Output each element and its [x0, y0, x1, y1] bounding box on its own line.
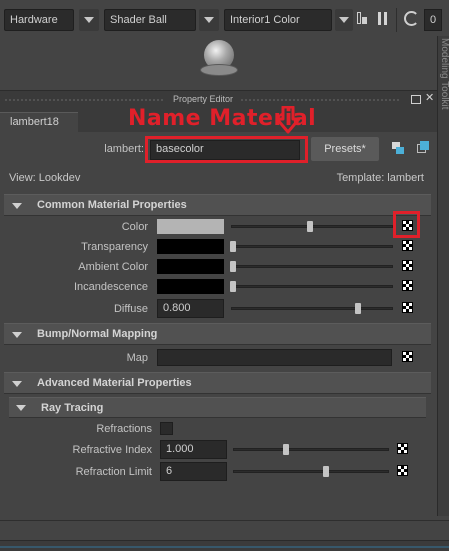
- environment-dropdown-label: Interior1 Color: [230, 14, 300, 26]
- shader-ball-preview: [198, 38, 240, 80]
- incandescence-slider[interactable]: [231, 285, 393, 288]
- collapse-triangle-icon: [12, 203, 22, 209]
- diffuse-slider-handle[interactable]: [355, 303, 361, 314]
- transparency-slider-handle[interactable]: [230, 241, 236, 252]
- geometry-dropdown-arrow[interactable]: [199, 9, 219, 31]
- color-swatch[interactable]: [157, 219, 224, 234]
- refraction-limit-label: Refraction Limit: [75, 466, 152, 478]
- refractive-index-slider[interactable]: [233, 448, 389, 451]
- panel-title: Property Editor: [173, 94, 234, 104]
- side-tab-label: Modeling Toolkit: [439, 38, 449, 110]
- material-type-label: lambert:: [104, 143, 144, 155]
- presets-button[interactable]: Presets*: [311, 137, 379, 161]
- refractive-index-value: 1.000: [166, 443, 194, 455]
- counter-value: 0: [429, 14, 437, 26]
- ambient-color-map-button-icon[interactable]: [402, 260, 413, 271]
- map-button-highlight-box: [393, 211, 420, 238]
- refractive-index-map-button-icon[interactable]: [397, 443, 408, 454]
- transparency-label: Transparency: [81, 241, 148, 253]
- ambient-color-slider-handle[interactable]: [230, 261, 236, 272]
- view-label: View: Lookdev: [9, 172, 81, 184]
- incandescence-label: Incandescence: [74, 281, 148, 293]
- refractions-label: Refractions: [96, 423, 152, 435]
- refraction-limit-slider[interactable]: [233, 470, 389, 473]
- presets-button-label: Presets*: [324, 143, 366, 155]
- render-region-icon[interactable]: [357, 12, 368, 26]
- ambient-color-label: Ambient Color: [78, 261, 148, 273]
- transparency-slider[interactable]: [231, 245, 393, 248]
- status-bar: [0, 540, 449, 551]
- refresh-icon[interactable]: [404, 11, 419, 26]
- transparency-map-button-icon[interactable]: [402, 240, 413, 251]
- diffuse-input[interactable]: 0.800: [157, 299, 224, 318]
- refraction-limit-map-button-icon[interactable]: [397, 465, 408, 476]
- pause-icon[interactable]: [377, 12, 389, 26]
- tab-lambert18-label: lambert18: [10, 116, 59, 128]
- grip-dots[interactable]: [240, 99, 400, 101]
- section-bump-title: Bump/Normal Mapping: [37, 328, 158, 340]
- section-advanced-material-properties[interactable]: Advanced Material Properties: [4, 372, 431, 394]
- ambient-color-slider[interactable]: [231, 265, 393, 268]
- name-highlight-box: [145, 136, 308, 163]
- counter-field[interactable]: 0: [424, 9, 442, 31]
- copy-tab-icon[interactable]: [417, 141, 429, 153]
- refraction-limit-slider-handle[interactable]: [323, 466, 329, 477]
- geometry-dropdown-label: Shader Ball: [110, 14, 167, 26]
- diffuse-map-button-icon[interactable]: [402, 302, 413, 313]
- toolbar: Hardware Shader Ball Interior1 Color 0: [0, 0, 449, 36]
- refractive-index-label: Refractive Index: [72, 444, 152, 456]
- color-label: Color: [121, 221, 148, 233]
- refraction-limit-value: 6: [166, 465, 173, 477]
- collapse-triangle-icon: [12, 332, 22, 338]
- modeling-toolkit-side-tab[interactable]: Modeling Toolkit: [437, 36, 449, 516]
- environment-dropdown-arrow[interactable]: [335, 9, 353, 31]
- refraction-limit-input[interactable]: 6: [160, 462, 227, 481]
- chevron-down-icon: [84, 17, 94, 23]
- diffuse-slider[interactable]: [231, 307, 393, 310]
- refractive-index-slider-handle[interactable]: [283, 444, 289, 455]
- map-label: Map: [126, 352, 148, 364]
- renderer-dropdown[interactable]: Hardware: [4, 9, 74, 31]
- panel-bottom-divider: [0, 520, 449, 521]
- grip-dots[interactable]: [4, 99, 164, 101]
- arrow-down-icon: [276, 106, 300, 134]
- bump-map-button-icon[interactable]: [402, 351, 413, 362]
- renderer-dropdown-label: Hardware: [10, 14, 58, 26]
- renderer-dropdown-arrow[interactable]: [79, 9, 99, 31]
- template-label: Template: lambert: [336, 172, 424, 184]
- tab-lambert18[interactable]: lambert18: [0, 112, 78, 132]
- refractions-checkbox[interactable]: [160, 422, 173, 435]
- toolbar-divider: [396, 8, 397, 32]
- section-ray-tracing[interactable]: Ray Tracing: [9, 397, 426, 418]
- collapse-triangle-icon: [12, 381, 22, 387]
- diffuse-label: Diffuse: [113, 303, 148, 315]
- incandescence-map-button-icon[interactable]: [402, 280, 413, 291]
- chevron-down-icon: [339, 17, 349, 23]
- transparency-swatch[interactable]: [157, 239, 224, 254]
- float-panel-icon[interactable]: [411, 95, 421, 104]
- diffuse-value: 0.800: [163, 302, 191, 314]
- chevron-down-icon: [204, 17, 214, 23]
- color-slider-handle[interactable]: [307, 221, 313, 232]
- incandescence-slider-handle[interactable]: [230, 281, 236, 292]
- refractive-index-input[interactable]: 1.000: [160, 440, 227, 459]
- incandescence-swatch[interactable]: [157, 279, 224, 294]
- section-common-title: Common Material Properties: [37, 199, 187, 211]
- section-common-material-properties[interactable]: Common Material Properties: [4, 194, 431, 216]
- map-field[interactable]: [157, 349, 392, 366]
- section-bump-normal-mapping[interactable]: Bump/Normal Mapping: [4, 323, 431, 345]
- show-graph-icon[interactable]: [392, 142, 404, 154]
- close-icon[interactable]: ✕: [425, 93, 436, 104]
- environment-dropdown[interactable]: Interior1 Color: [224, 9, 332, 31]
- ambient-color-swatch[interactable]: [157, 259, 224, 274]
- collapse-triangle-icon: [16, 405, 26, 411]
- section-raytracing-title: Ray Tracing: [41, 402, 104, 414]
- geometry-dropdown[interactable]: Shader Ball: [104, 9, 196, 31]
- section-advanced-title: Advanced Material Properties: [37, 377, 192, 389]
